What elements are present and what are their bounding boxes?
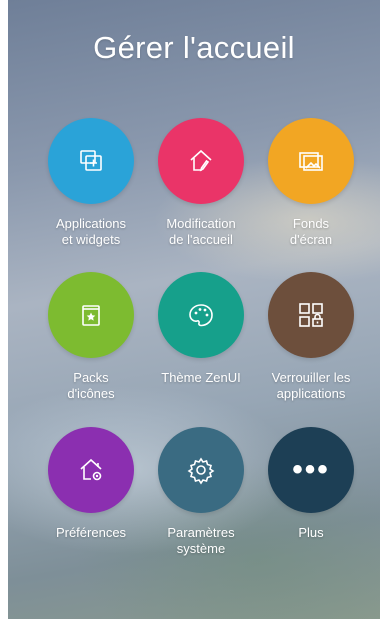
tile-label: Thème ZenUI	[161, 370, 241, 385]
tile-circle: •••	[268, 427, 354, 513]
tile-circle	[48, 272, 134, 358]
icon-pack-icon	[82, 305, 100, 326]
tile-label: Plus	[298, 525, 324, 540]
tile-label: Préférences	[55, 525, 127, 540]
tile-circle	[268, 118, 354, 204]
gear-icon	[187, 457, 215, 485]
tile-label: Applications et widgets	[55, 216, 127, 247]
tile-label: Paramètres système	[167, 525, 235, 556]
home-edit-icon	[190, 149, 212, 172]
tile-circle	[48, 427, 134, 513]
tile-wallpapers[interactable]: Fonds d'écran	[251, 118, 371, 248]
wallpaper-icon	[299, 152, 323, 171]
tile-label: Modification de l'accueil	[166, 216, 236, 247]
tile-icon-packs[interactable]: Packs d'icônes	[31, 272, 151, 402]
palette-icon	[189, 304, 213, 327]
tile-circle	[158, 272, 244, 358]
options-grid: Applications et widgets Modification de …	[8, 0, 380, 619]
tile-circle	[48, 118, 134, 204]
tile-more[interactable]: ••• Plus	[251, 427, 371, 541]
tile-zenui-theme[interactable]: Thème ZenUI	[141, 272, 261, 386]
tile-label: Verrouiller les applications	[271, 370, 351, 401]
app-lock-icon	[299, 303, 323, 327]
tile-circle	[158, 427, 244, 513]
tile-preferences[interactable]: Préférences	[31, 427, 151, 541]
home-settings-icon	[80, 458, 102, 481]
tile-system-settings[interactable]: Paramètres système	[141, 427, 261, 557]
home-manager-screen: Gérer l'accueil Applications et widgets	[8, 0, 380, 619]
tile-circle	[158, 118, 244, 204]
tile-label: Fonds d'écran	[289, 216, 333, 247]
tile-label: Packs d'icônes	[67, 370, 115, 401]
tile-apps-widgets[interactable]: Applications et widgets	[31, 118, 151, 248]
more-dots-icon: •••	[292, 453, 330, 486]
tile-circle	[268, 272, 354, 358]
app-widget-icon	[80, 150, 102, 171]
tile-home-edit[interactable]: Modification de l'accueil	[141, 118, 261, 248]
tile-app-lock[interactable]: Verrouiller les applications	[251, 272, 371, 402]
